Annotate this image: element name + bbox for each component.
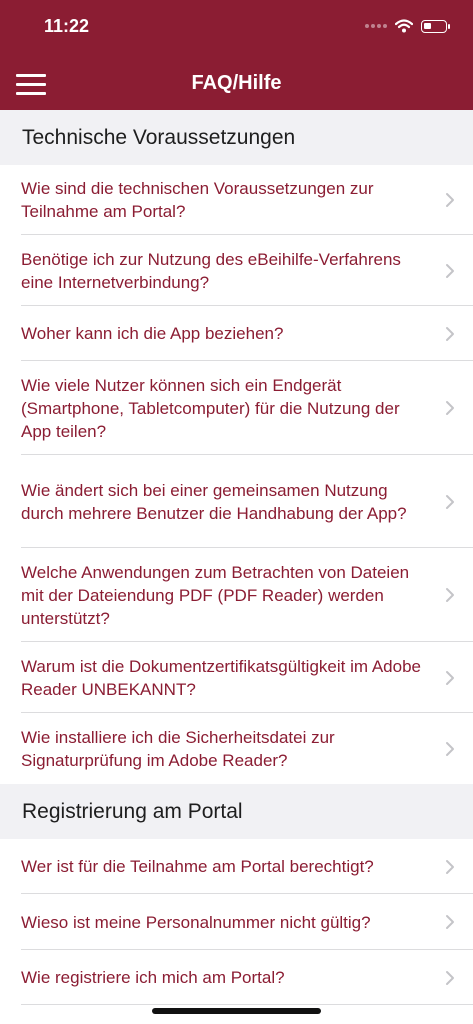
faq-question: Wieso ist meine Personalnummer nicht gül… <box>21 912 371 932</box>
faq-list: Technische Voraussetzungen Wie sind die … <box>0 110 473 1005</box>
home-indicator <box>152 1008 321 1014</box>
battery-icon <box>421 19 450 33</box>
section-header-technical: Technische Voraussetzungen <box>0 110 473 165</box>
chevron-right-icon <box>446 741 454 756</box>
faq-item[interactable]: Warum ist die Dokumentzertifikatsgültigk… <box>0 642 473 713</box>
chevron-right-icon <box>446 193 454 207</box>
faq-question: Wie installiere ich die Sicherheitsdatei… <box>21 727 335 770</box>
cellular-signal-icon <box>365 24 387 28</box>
faq-question: Wie registriere ich mich am Portal? <box>21 968 285 987</box>
faq-item[interactable]: Wie installiere ich die Sicherheitsdatei… <box>0 713 473 784</box>
faq-question: Benötige ich zur Nutzung des eBeihilfe-V… <box>21 249 401 292</box>
faq-question: Wie viele Nutzer können sich ein Endgerä… <box>21 375 400 441</box>
faq-item[interactable]: Welche Anwendungen zum Betrachten von Da… <box>0 548 473 642</box>
faq-question: Woher kann ich die App beziehen? <box>21 324 284 343</box>
chevron-right-icon <box>446 494 454 509</box>
faq-item[interactable]: Wieso ist meine Personalnummer nicht gül… <box>0 894 473 950</box>
faq-question: Wie ändert sich bei einer gemeinsamen Nu… <box>21 480 407 523</box>
chevron-right-icon <box>446 670 454 685</box>
faq-item[interactable]: Wie viele Nutzer können sich ein Endgerä… <box>0 361 473 455</box>
section-header-registration: Registrierung am Portal <box>0 784 473 839</box>
faq-question: Wie sind die technischen Voraussetzungen… <box>21 179 374 221</box>
faq-item[interactable]: Wer ist für die Teilnahme am Portal bere… <box>0 839 473 894</box>
chevron-right-icon <box>446 263 454 278</box>
wifi-icon <box>395 19 413 33</box>
faq-item[interactable]: Wie sind die technischen Voraussetzungen… <box>0 165 473 235</box>
faq-item[interactable]: Wie registriere ich mich am Portal? <box>0 950 473 1005</box>
faq-item[interactable]: Wie ändert sich bei einer gemeinsamen Nu… <box>0 455 473 548</box>
faq-question: Wer ist für die Teilnahme am Portal bere… <box>21 857 374 876</box>
faq-question: Welche Anwendungen zum Betrachten von Da… <box>21 562 410 628</box>
status-time: 11:22 <box>44 16 90 36</box>
chevron-right-icon <box>446 588 454 602</box>
chevron-right-icon <box>446 401 454 415</box>
chevron-right-icon <box>446 970 454 985</box>
chevron-right-icon <box>446 326 454 341</box>
faq-item[interactable]: Benötige ich zur Nutzung des eBeihilfe-V… <box>0 235 473 306</box>
chevron-right-icon <box>446 915 454 929</box>
faq-question: Warum ist die Dokumentzertifikatsgültigk… <box>21 656 421 699</box>
page-title: FAQ/Hilfe <box>191 72 282 94</box>
status-icons <box>365 16 450 36</box>
faq-item[interactable]: Woher kann ich die App beziehen? <box>0 306 473 361</box>
chevron-right-icon <box>446 859 454 874</box>
navigation-bar: 11:22 FAQ/Hilfe <box>0 0 473 110</box>
